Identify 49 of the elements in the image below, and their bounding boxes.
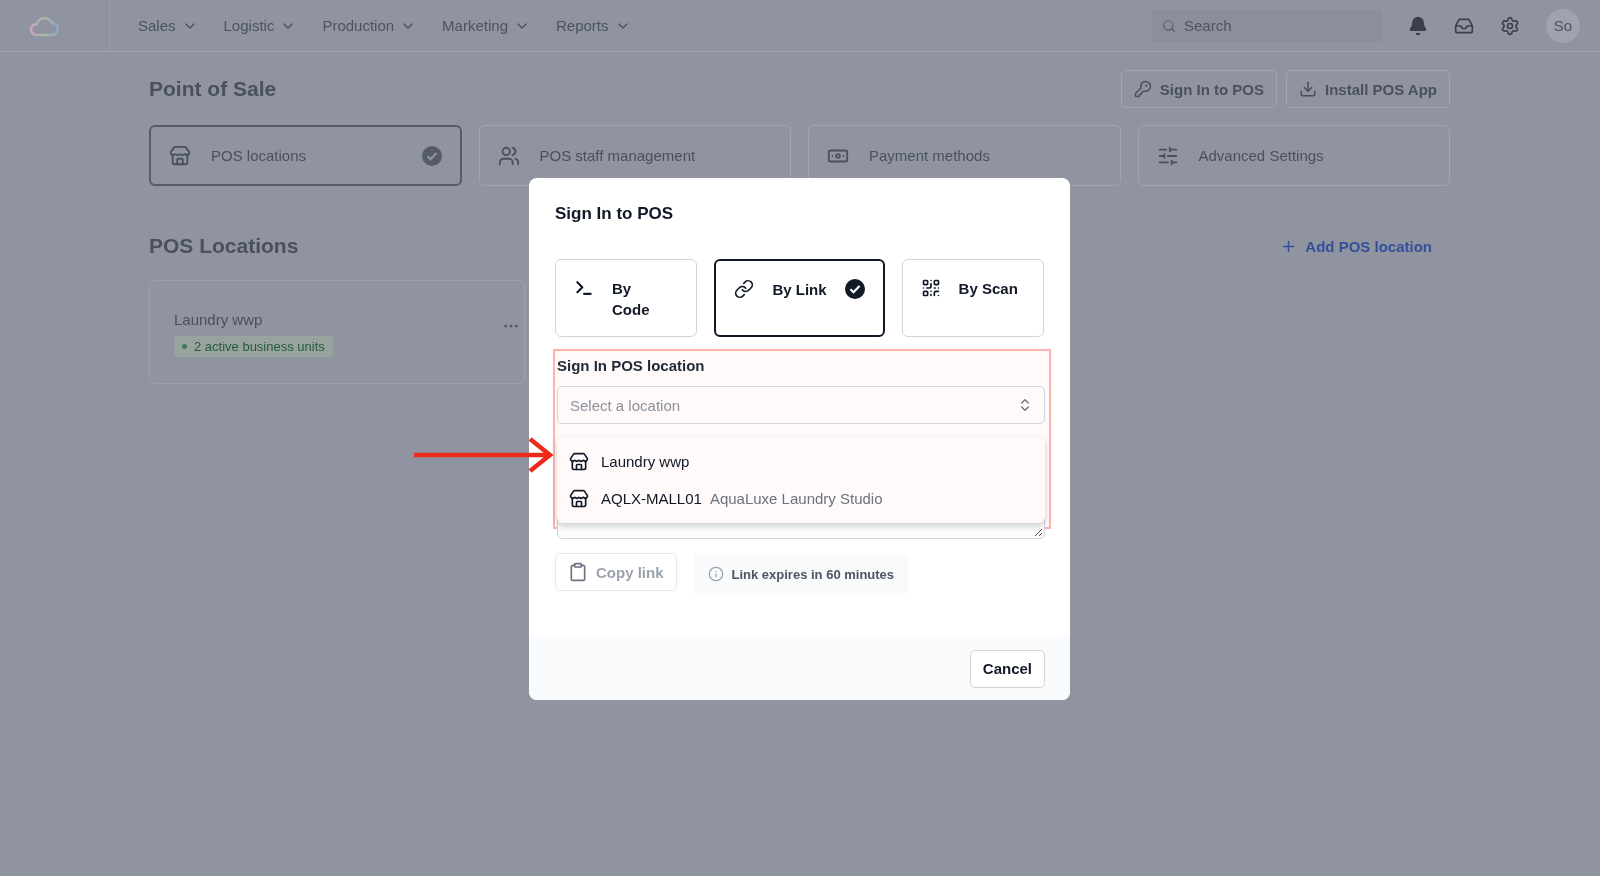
sliders-icon bbox=[1156, 144, 1179, 167]
method-option[interactable]: By Scan bbox=[901, 259, 1044, 337]
check-icon bbox=[421, 145, 442, 166]
link-icon bbox=[734, 279, 755, 299]
option-detail: AquaLuxe Laundry Studio bbox=[709, 490, 883, 507]
user-avatar[interactable]: So bbox=[1546, 8, 1580, 43]
nav-menu[interactable]: Production bbox=[322, 17, 417, 34]
bell-icon[interactable] bbox=[1408, 15, 1428, 36]
location-select[interactable]: Select a location bbox=[557, 386, 1045, 424]
status-badge: 2 active business units bbox=[174, 336, 333, 357]
check-icon bbox=[844, 279, 865, 299]
page-title: Point of Sale bbox=[149, 77, 277, 101]
expiry-text: Link expires in 60 minutes bbox=[731, 566, 895, 582]
resize-handle-icon[interactable] bbox=[1034, 528, 1042, 536]
nav-menu[interactable]: Sales bbox=[138, 17, 198, 34]
info-icon bbox=[707, 566, 724, 582]
search-icon bbox=[1162, 18, 1176, 33]
dialog-title: Sign In to POS bbox=[555, 204, 675, 224]
cancel-button[interactable]: Cancel bbox=[969, 649, 1045, 688]
nav-menu[interactable]: Marketing bbox=[442, 17, 530, 34]
store-icon bbox=[569, 488, 589, 509]
terminal-icon bbox=[574, 278, 594, 298]
qr-code-icon bbox=[920, 278, 941, 298]
key-icon bbox=[1133, 80, 1152, 98]
method-option[interactable]: By Link bbox=[714, 259, 885, 337]
section-tab[interactable]: Advanced Settings bbox=[1137, 125, 1450, 186]
option-name: AQLX-MALL01 bbox=[601, 490, 702, 507]
section-tab[interactable]: POS locations bbox=[149, 125, 462, 186]
field-label: Sign In POS location bbox=[557, 357, 706, 374]
location-card[interactable]: Laundry wwp 2 active business units bbox=[149, 280, 525, 384]
add-location-button[interactable]: Add POS location bbox=[1274, 236, 1438, 256]
nav-menu[interactable]: Logistic bbox=[223, 17, 297, 34]
people-icon bbox=[497, 144, 520, 167]
search-field[interactable]: Search bbox=[1152, 9, 1382, 42]
settings-icon[interactable] bbox=[1500, 15, 1520, 36]
location-option[interactable]: Laundry wwp bbox=[557, 443, 1045, 480]
copy-link-button[interactable]: Copy link bbox=[555, 553, 677, 591]
option-name: Laundry wwp bbox=[601, 453, 690, 470]
nav-menu[interactable]: Reports bbox=[555, 17, 631, 34]
location-name: Laundry wwp bbox=[174, 311, 263, 328]
location-option[interactable]: AQLX-MALL01 AquaLuxe Laundry Studio bbox=[557, 480, 1045, 517]
header-button[interactable]: Install POS App bbox=[1286, 70, 1450, 108]
method-option[interactable]: By Code bbox=[555, 259, 698, 337]
download-icon bbox=[1299, 80, 1318, 98]
header-button[interactable]: Sign In to POS bbox=[1120, 70, 1278, 108]
clipboard-icon bbox=[568, 562, 588, 582]
store-icon bbox=[169, 144, 191, 167]
store-icon bbox=[569, 451, 589, 472]
section-title: POS Locations bbox=[149, 234, 299, 258]
